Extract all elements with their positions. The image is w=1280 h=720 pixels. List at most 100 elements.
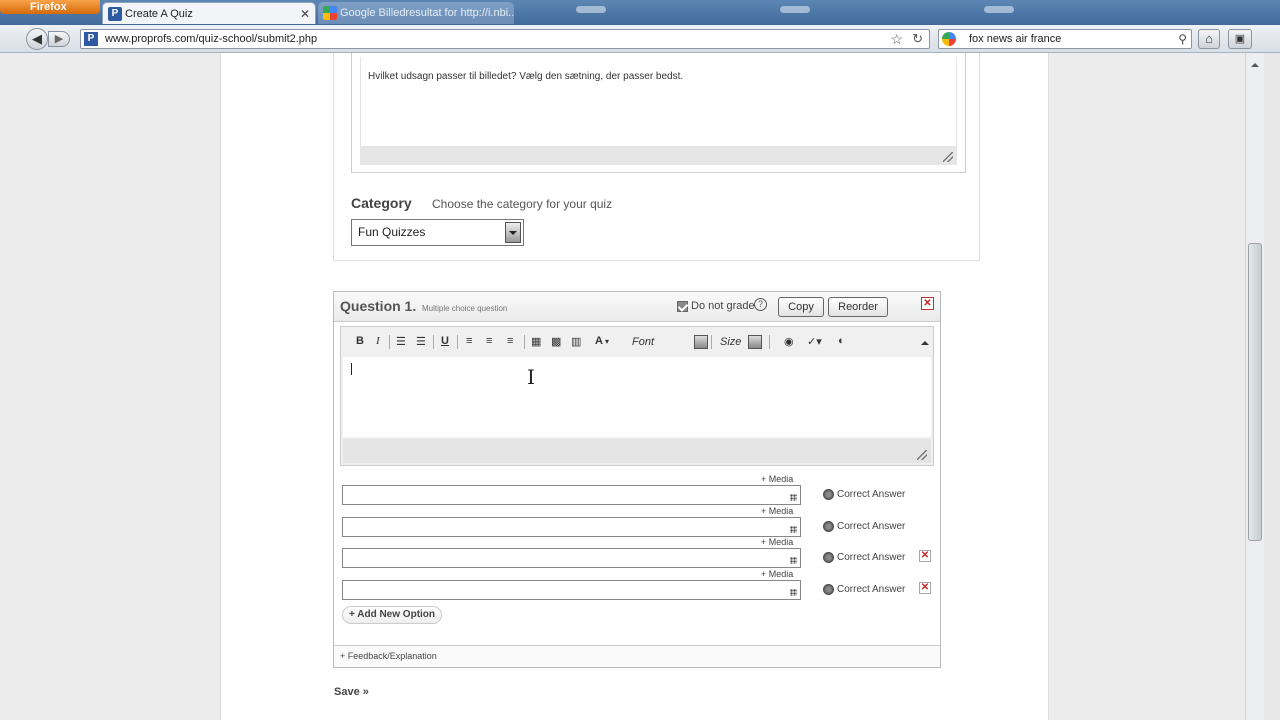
reload-icon[interactable]: ↻: [912, 30, 923, 48]
home-button[interactable]: ⌂: [1198, 29, 1220, 49]
bulleted-list-icon[interactable]: ☰: [416, 335, 426, 348]
delete-option-icon[interactable]: ✕: [919, 582, 931, 594]
toolbar-separator: [711, 335, 712, 349]
toolbar-separator: [457, 335, 458, 349]
delete-question-icon[interactable]: ✕: [921, 297, 934, 310]
chevron-down-icon[interactable]: ▾: [605, 337, 609, 346]
correct-answer-label[interactable]: Correct Answer: [837, 489, 905, 500]
forward-button[interactable]: ▶: [48, 31, 70, 47]
underline-button[interactable]: U: [441, 335, 449, 347]
answer-option-input[interactable]: [342, 485, 801, 505]
add-new-option-button[interactable]: + Add New Option: [342, 606, 443, 624]
do-not-grade-label[interactable]: Do not grade: [691, 300, 755, 312]
text-caret: [351, 363, 352, 375]
font-select[interactable]: Font: [628, 333, 708, 351]
special-char-icon[interactable]: ◐: [838, 335, 845, 347]
correct-answer-label[interactable]: Correct Answer: [837, 521, 905, 532]
category-hint: Choose the category for your quiz: [432, 197, 613, 211]
tab-create-a-quiz[interactable]: P Create A Quiz ✕: [102, 2, 316, 24]
category-label: Category: [351, 195, 412, 211]
dropdown-arrow-icon[interactable]: [505, 222, 521, 243]
insert-media-icon[interactable]: ▩: [551, 335, 561, 348]
question-title: Question 1.: [340, 298, 417, 314]
align-center-icon[interactable]: ≡: [486, 335, 492, 347]
back-button[interactable]: ◀: [26, 28, 48, 50]
description-textarea[interactable]: Hvilket udsagn passer til billedet? Vælg…: [360, 57, 957, 147]
add-media-link[interactable]: + Media: [761, 506, 793, 516]
correct-answer-label[interactable]: Correct Answer: [837, 552, 905, 563]
correct-answer-label[interactable]: Correct Answer: [837, 584, 905, 595]
tab-google-images[interactable]: Google Billedresultat for http://i.nbi..…: [318, 2, 514, 24]
size-select[interactable]: Size: [716, 333, 762, 351]
align-right-icon[interactable]: ≡: [507, 335, 513, 347]
tab-bar: Firefox P Create A Quiz ✕ Google Billedr…: [0, 0, 1280, 25]
site-identity-icon[interactable]: P: [84, 32, 98, 46]
extension-button[interactable]: ▣: [1228, 29, 1252, 49]
text-color-button[interactable]: A: [595, 335, 603, 347]
tab-title: Create A Quiz: [125, 8, 193, 20]
answer-option-input[interactable]: [342, 580, 801, 600]
search-text: fox news air france: [969, 33, 1062, 45]
numbered-list-icon[interactable]: ☰: [396, 335, 406, 348]
resize-grip-icon[interactable]: [790, 589, 797, 596]
resize-grip-icon[interactable]: [790, 526, 797, 533]
resize-grip-icon[interactable]: [917, 450, 927, 460]
insert-table-icon[interactable]: ▥: [571, 335, 581, 348]
category-select[interactable]: Fun Quizzes: [351, 219, 524, 246]
answer-option-input[interactable]: [342, 517, 801, 537]
scrollbar-thumb[interactable]: [1248, 243, 1262, 541]
feedback-bar: + Feedback/Explanation: [334, 645, 940, 667]
editor-footer: [343, 439, 931, 463]
description-editor-footer: [360, 147, 957, 165]
tab-placeholder: [984, 6, 1014, 13]
save-link[interactable]: Save »: [334, 686, 369, 698]
search-icon[interactable]: ⚲: [1178, 30, 1187, 48]
do-not-grade-checkbox[interactable]: [677, 301, 688, 312]
spellcheck-icon[interactable]: ✓▾: [807, 335, 822, 348]
dropdown-arrow-icon[interactable]: [694, 335, 708, 349]
font-placeholder: Font: [632, 336, 655, 348]
bold-button[interactable]: B: [356, 335, 364, 347]
reorder-button[interactable]: Reorder: [828, 297, 888, 317]
editor-toolbar: B I ☰ ☰ U ≡ ≡ ≡ ▦ ▩ ▥ A ▾ Font Size ◉ ✓▾…: [341, 327, 933, 357]
link-icon[interactable]: ◉: [784, 335, 794, 348]
scroll-up-icon[interactable]: [1251, 59, 1259, 67]
delete-option-icon[interactable]: ✕: [919, 550, 931, 562]
add-media-link[interactable]: + Media: [761, 474, 793, 484]
correct-answer-radio[interactable]: [823, 584, 834, 595]
description-editor: Hvilket udsagn passer til billedet? Vælg…: [351, 53, 966, 173]
add-media-link[interactable]: + Media: [761, 569, 793, 579]
feedback-explanation-link[interactable]: + Feedback/Explanation: [340, 651, 437, 661]
collapse-toolbar-icon[interactable]: [921, 337, 929, 345]
resize-grip-icon[interactable]: [790, 494, 797, 501]
align-left-icon[interactable]: ≡: [466, 335, 472, 347]
resize-grip-icon[interactable]: [790, 557, 797, 564]
firefox-menu-button[interactable]: Firefox: [0, 0, 100, 14]
question-type: Multiple choice question: [422, 304, 508, 313]
bookmark-star-icon[interactable]: ☆: [890, 30, 903, 48]
correct-answer-radio[interactable]: [823, 521, 834, 532]
resize-grip-icon[interactable]: [943, 152, 953, 162]
vertical-scrollbar[interactable]: [1245, 53, 1264, 720]
toolbar-separator: [769, 335, 770, 349]
toolbar-separator: [433, 335, 434, 349]
add-media-link[interactable]: + Media: [761, 537, 793, 547]
tab-title: Google Billedresultat for http://i.nbi..…: [340, 7, 514, 19]
dropdown-arrow-icon[interactable]: [748, 335, 762, 349]
tab-close-icon[interactable]: ✕: [300, 3, 310, 24]
google-search-engine-icon[interactable]: [942, 32, 956, 46]
question-text-area[interactable]: I: [343, 357, 931, 437]
italic-button[interactable]: I: [376, 335, 380, 347]
insert-image-icon[interactable]: ▦: [531, 335, 541, 348]
url-bar[interactable]: P www.proprofs.com/quiz-school/submit2.p…: [80, 29, 930, 49]
search-bar[interactable]: fox news air france ⚲: [938, 29, 1192, 49]
correct-answer-radio[interactable]: [823, 489, 834, 500]
proprofs-favicon-icon: P: [108, 7, 122, 21]
correct-answer-radio[interactable]: [823, 552, 834, 563]
copy-button[interactable]: Copy: [778, 297, 824, 317]
google-icon: [323, 6, 337, 20]
help-icon[interactable]: ?: [754, 298, 767, 311]
answer-option-input[interactable]: [342, 548, 801, 568]
question-panel: Question 1. Multiple choice question Do …: [333, 291, 941, 668]
size-placeholder: Size: [720, 336, 742, 348]
